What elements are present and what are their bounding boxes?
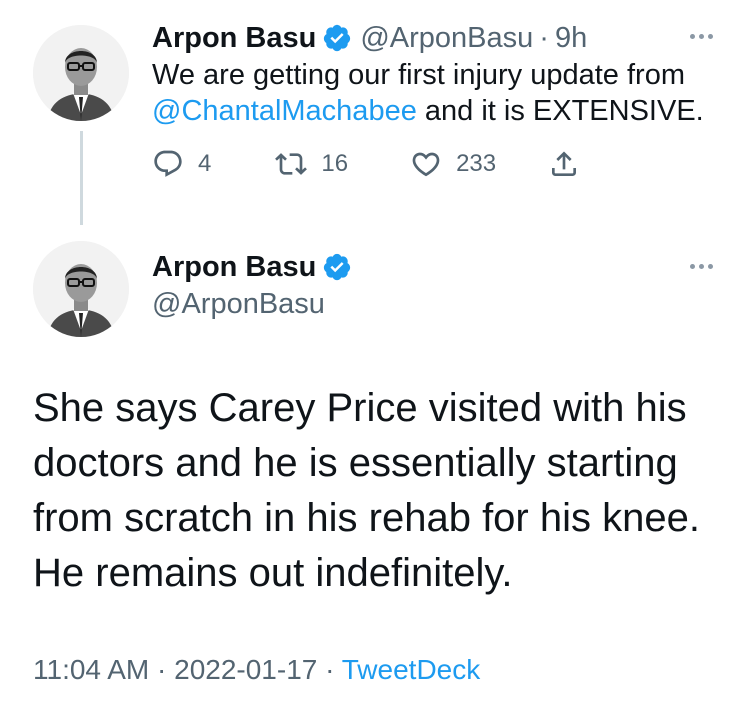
tweet1-text-part: and it is EXTENSIVE. [416,95,704,127]
like-count: 233 [456,150,497,177]
retweet-icon [275,153,308,175]
avatar[interactable] [33,25,129,121]
share-button[interactable] [548,148,580,180]
share-icon [552,151,577,176]
tweet-date[interactable]: 2022-01-17 [174,654,317,685]
retweet-button[interactable]: 16 [275,148,348,180]
tweet2-author: Arpon Basu [152,249,360,285]
verified-badge-icon [324,253,351,281]
tweet-metadata: 11:04 AM · 2022-01-17 · TweetDeck [33,652,480,688]
reply-count: 4 [198,150,212,177]
more-options-icon[interactable] [686,30,716,42]
mention-link[interactable]: @ChantalMachabee [152,95,417,127]
avatar-photo [33,241,129,337]
author-name[interactable]: Arpon Basu [152,249,316,285]
like-button[interactable]: 233 [410,148,496,180]
tweet1-text-part: We are getting our first injury update f… [152,59,685,91]
tweet-source-link[interactable]: TweetDeck [342,654,481,685]
separator-dot: · [539,22,549,54]
avatar[interactable] [33,241,129,337]
separator-dot: · [317,654,342,685]
retweet-count: 16 [321,150,349,177]
tweet-time[interactable]: 11:04 AM [33,654,149,685]
tweet1-header: Arpon Basu @ArponBasu · 9h [152,20,587,56]
verified-badge-icon [324,24,351,52]
reply-button[interactable]: 4 [152,148,211,180]
author-handle[interactable]: @ArponBasu [360,20,533,56]
thread-connector [80,131,83,225]
separator-dot: · [149,654,175,685]
tweet2-text: She says Carey Price visited with his do… [33,386,700,595]
author-name[interactable]: Arpon Basu [152,20,316,56]
avatar-photo [33,25,129,121]
like-icon [412,152,440,177]
tweet1-text: We are getting our first injury update f… [152,57,742,129]
reply-icon [154,150,182,177]
author-handle[interactable]: @ArponBasu [152,286,325,322]
tweet-age[interactable]: 9h [555,20,587,56]
tweet1-actions: 4 16 233 [152,146,580,182]
more-options-icon[interactable] [686,260,716,272]
